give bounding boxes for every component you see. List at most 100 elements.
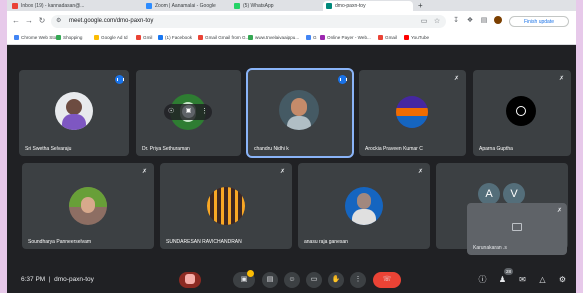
gmail-icon: [12, 3, 18, 9]
participant-tile[interactable]: ✗ anasu raja ganesan: [298, 163, 430, 249]
new-tab-button[interactable]: +: [415, 1, 427, 11]
participant-avatar: [279, 90, 319, 130]
camera-off-icon: [512, 223, 522, 231]
emoji-icon: ☺: [288, 276, 296, 283]
star-icon[interactable]: ☆: [432, 17, 442, 27]
bookmark-item[interactable]: Gmail: [377, 33, 397, 42]
bookmark-favicon-icon: [198, 35, 203, 40]
meet-window: Inbox (19) - kannadasan@... Zoom | Aanam…: [7, 0, 576, 293]
participant-tile[interactable]: ✗ Arockia Praveen Kumar C: [359, 70, 466, 156]
participant-name: anasu raja ganesan: [304, 239, 348, 245]
bookmark-item[interactable]: www.tnvelaivaaippu...: [247, 33, 299, 42]
info-icon[interactable]: ⓘ: [477, 274, 488, 285]
tab-label: (5) WhatsApp: [243, 3, 274, 9]
captions-button[interactable]: ▤: [262, 272, 278, 288]
participant-name: Dr. Priya Sethuraman: [142, 146, 190, 152]
site-info-icon[interactable]: ⚙: [56, 18, 63, 25]
extensions-icon[interactable]: ❖: [465, 16, 475, 26]
whatsapp-icon: [234, 3, 240, 9]
bookmark-favicon-icon: [306, 35, 311, 40]
bookmark-label: Google Ad Id: [101, 35, 128, 40]
bookmark-favicon-icon: [94, 35, 99, 40]
more-options-icon: ⋮: [354, 276, 362, 283]
forward-icon[interactable]: →: [24, 16, 34, 26]
mic-off-icon: ✗: [453, 76, 460, 82]
url-text: meet.google.com/dmo-paxn-toy: [69, 18, 154, 24]
participant-tile[interactable]: ✗ Aparna Guptha: [473, 70, 571, 156]
participant-name: chandru Nidhi k: [254, 146, 289, 152]
mic-toggle-button[interactable]: [179, 272, 201, 288]
profile-icon[interactable]: [493, 16, 503, 26]
end-call-icon: ☏: [382, 276, 392, 283]
tab-gmail[interactable]: Inbox (19) - kannadasan@...: [9, 1, 87, 11]
tab-meet[interactable]: dmo-paxn-toy: [323, 1, 413, 11]
participant-tile[interactable]: ✗ SUNDARESAN RAVICHANDRAN: [160, 163, 292, 249]
download-icon[interactable]: ↧: [451, 16, 461, 26]
finish-update-button[interactable]: Finish update: [509, 16, 569, 27]
bookmark-label: Online Payer - Web...: [327, 35, 371, 40]
people-icon[interactable]: ♟: [497, 274, 508, 285]
bookmark-favicon-icon: [320, 35, 325, 40]
more-options-icon[interactable]: ⋮: [201, 107, 208, 115]
meeting-info: 6:37 PM | dmo-paxn-toy: [21, 276, 94, 283]
bookmark-item[interactable]: Chrome Web Store: [13, 33, 60, 42]
self-view[interactable]: ✗ Karunakaran .s: [467, 203, 567, 255]
address-bar[interactable]: ⚙ meet.google.com/dmo-paxn-toy ▭ ☆: [51, 15, 446, 28]
participant-name: Aparna Guptha: [479, 146, 513, 152]
bookmark-favicon-icon: [14, 35, 19, 40]
hand-icon: ✋: [331, 276, 341, 283]
zoom-icon: [146, 3, 152, 9]
bookmark-label: Gmail Gmail from G...: [205, 35, 250, 40]
bookmark-item[interactable]: Shopping: [55, 33, 82, 42]
chat-icon[interactable]: ✉: [517, 274, 528, 285]
participant-name: Soundharya Panneerselvam: [28, 239, 92, 245]
mic-off-icon: [185, 274, 195, 285]
tab-label: dmo-paxn-toy: [335, 3, 366, 9]
activities-icon[interactable]: △: [537, 274, 548, 285]
mic-icon[interactable]: ☉: [168, 107, 174, 115]
tab-whatsapp[interactable]: (5) WhatsApp: [231, 1, 319, 11]
back-icon[interactable]: ←: [11, 16, 21, 26]
meet-icon: [326, 3, 332, 9]
more-options-button[interactable]: ⋮: [350, 272, 366, 288]
bookmark-item[interactable]: G: [305, 33, 317, 42]
reload-icon[interactable]: ↻: [37, 16, 47, 26]
leave-call-button[interactable]: ☏: [373, 272, 401, 288]
meeting-controls-bar: 6:37 PM | dmo-paxn-toy ▣ ▤ ☺ ▭ ✋ ⋮ ☏ ⓘ ♟…: [7, 268, 576, 293]
bookmark-label: www.tnvelaivaaippu...: [255, 35, 300, 40]
speaking-indicator-icon: [115, 75, 124, 84]
participant-tile[interactable]: ✗ Soundharya Panneerselvam: [22, 163, 154, 249]
raise-hand-button[interactable]: ✋: [328, 272, 344, 288]
sidepanel-icon[interactable]: ▤: [479, 16, 489, 26]
bookmark-favicon-icon: [378, 35, 383, 40]
speaking-indicator-icon: [338, 75, 347, 84]
overflow-avatar: A: [478, 183, 500, 205]
bookmark-item[interactable]: Gmil: [135, 33, 152, 42]
participant-avatar: [207, 187, 245, 225]
mic-off-icon: ✗: [556, 208, 562, 214]
participant-tile[interactable]: Sri Swetha Selvaraju: [19, 70, 129, 156]
bookmark-item[interactable]: Gmail Gmail from G...: [197, 33, 249, 42]
participant-tile[interactable]: ☉ ▣ ⋮ Dr. Priya Sethuraman: [136, 70, 241, 156]
present-button[interactable]: ▭: [306, 272, 322, 288]
cast-icon[interactable]: ▭: [419, 17, 429, 27]
bookmark-item[interactable]: Online Payer - Web...: [319, 33, 371, 42]
self-view-name: Karunakaran .s: [473, 245, 507, 251]
bookmark-item[interactable]: (1) Facebook: [157, 33, 192, 42]
participant-name: SUNDARESAN RAVICHANDRAN: [166, 239, 242, 245]
bookmark-item[interactable]: YouTube: [403, 33, 429, 42]
participant-tile[interactable]: chandru Nidhi k: [246, 68, 354, 158]
mic-off-icon: ✗: [417, 169, 424, 175]
bookmark-favicon-icon: [248, 35, 253, 40]
bookmark-favicon-icon: [158, 35, 163, 40]
mic-off-icon: ✗: [141, 169, 148, 175]
participant-avatar: [396, 96, 428, 128]
tab-zoom[interactable]: Zoom | Aanamalai - Google: [143, 1, 228, 11]
clock-time: 6:37 PM: [21, 276, 46, 283]
pin-icon[interactable]: ▣: [182, 105, 195, 118]
emoji-button[interactable]: ☺: [284, 272, 300, 288]
host-controls-icon[interactable]: ⚙: [557, 274, 568, 285]
participant-avatar: [506, 96, 536, 126]
browser-toolbar: ← → ↻ ⚙ meet.google.com/dmo-paxn-toy ▭ ☆…: [7, 11, 576, 31]
bookmark-item[interactable]: Google Ad Id: [93, 33, 128, 42]
